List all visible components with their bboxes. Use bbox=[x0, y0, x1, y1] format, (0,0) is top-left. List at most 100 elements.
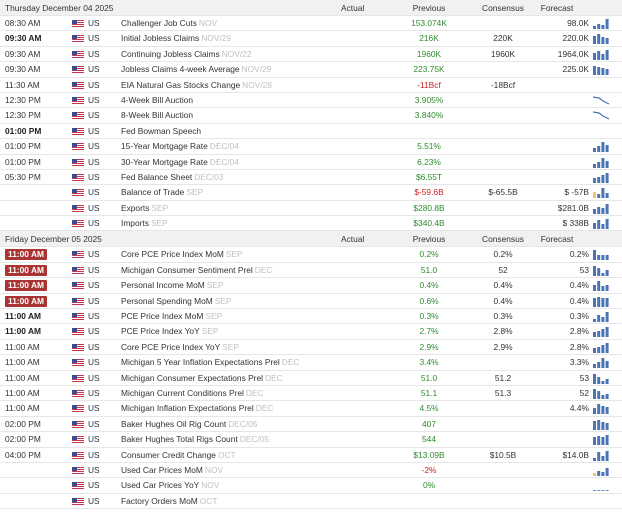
event-name[interactable]: Baker Hughes Total Rigs Count DEC/05 bbox=[121, 432, 331, 447]
event-name[interactable]: Michigan Consumer Sentiment Prel DEC bbox=[121, 263, 331, 278]
calendar-row[interactable]: 05:30 PM US Fed Balance Sheet DEC/03 $6.55T bbox=[0, 170, 622, 186]
event-name-text[interactable]: Fed Bowman Speech bbox=[121, 126, 201, 136]
event-name-text[interactable]: Personal Income MoM bbox=[121, 280, 205, 290]
sparkline-cell[interactable] bbox=[592, 419, 610, 430]
sparkline-chart-icon[interactable] bbox=[592, 419, 610, 430]
calendar-row[interactable]: 01:00 PM US Fed Bowman Speech bbox=[0, 124, 622, 140]
sparkline-cell[interactable] bbox=[592, 187, 610, 199]
sparkline-chart-icon[interactable] bbox=[592, 249, 610, 261]
event-name[interactable]: Michigan Inflation Expectations Prel DEC bbox=[121, 401, 331, 416]
sparkline-cell[interactable] bbox=[592, 403, 610, 415]
sparkline-chart-icon[interactable] bbox=[592, 403, 610, 415]
sparkline-cell[interactable] bbox=[592, 450, 610, 461]
sparkline-chart-icon[interactable] bbox=[592, 450, 610, 461]
sparkline-cell[interactable] bbox=[592, 296, 610, 307]
sparkline-cell[interactable] bbox=[592, 95, 610, 106]
sparkline-chart-icon[interactable] bbox=[592, 218, 610, 230]
sparkline-chart-icon[interactable] bbox=[592, 141, 610, 153]
sparkline-chart-icon[interactable] bbox=[592, 311, 610, 323]
sparkline-cell[interactable] bbox=[592, 80, 610, 91]
event-name[interactable]: Continuing Jobless Claims NOV/22 bbox=[121, 47, 331, 62]
calendar-row[interactable]: 01:00 PM US 30-Year Mortgage Rate DEC/04 6.2… bbox=[0, 155, 622, 170]
calendar-row[interactable]: 11:00 AM US Personal Income MoM SEP 0.4% 0.4%… bbox=[0, 278, 622, 294]
sparkline-cell[interactable] bbox=[592, 64, 610, 76]
sparkline-cell[interactable] bbox=[592, 49, 610, 60]
event-name-text[interactable]: Core PCE Price Index MoM bbox=[121, 249, 224, 259]
event-name[interactable]: Core PCE Price Index MoM SEP bbox=[121, 247, 331, 262]
calendar-row[interactable]: 11:00 AM US Michigan Consumer Sentiment Pr… bbox=[0, 263, 622, 279]
event-name-text[interactable]: Exports bbox=[121, 203, 149, 213]
event-name[interactable]: Michigan 5 Year Inflation Expectations P… bbox=[121, 355, 331, 370]
event-name[interactable]: Used Car Prices YoY NOV bbox=[121, 478, 331, 493]
event-name[interactable]: Factory Orders MoM OCT bbox=[121, 494, 331, 509]
calendar-row[interactable]: US Used Car Prices YoY NOV 0% bbox=[0, 478, 622, 494]
sparkline-chart-icon[interactable] bbox=[592, 187, 610, 199]
sparkline-cell[interactable] bbox=[592, 172, 610, 183]
event-name[interactable]: Exports SEP bbox=[121, 201, 331, 216]
sparkline-chart-icon[interactable] bbox=[592, 64, 610, 76]
calendar-row[interactable]: 09:30 AM US Continuing Jobless Claims NOV/2… bbox=[0, 47, 622, 63]
sparkline-chart-icon[interactable] bbox=[592, 203, 610, 214]
event-name-text[interactable]: Michigan 5 Year Inflation Expectations P… bbox=[121, 357, 280, 367]
calendar-row[interactable]: 11:00 AM US PCE Price Index YoY SEP 2.7% 2.8%… bbox=[0, 324, 622, 340]
event-name[interactable]: Used Car Prices MoM NOV bbox=[121, 463, 331, 478]
calendar-row[interactable]: 11:00 AM US PCE Price Index MoM SEP 0.3% 0.3%… bbox=[0, 309, 622, 325]
event-name[interactable]: Core PCE Price Index YoY SEP bbox=[121, 340, 331, 355]
calendar-row[interactable]: 02:00 PM US Baker Hughes Total Rigs Count D… bbox=[0, 432, 622, 448]
event-name-text[interactable]: Used Car Prices MoM bbox=[121, 465, 203, 475]
sparkline-cell[interactable] bbox=[592, 157, 610, 168]
sparkline-cell[interactable] bbox=[592, 465, 610, 476]
sparkline-cell[interactable] bbox=[592, 126, 610, 137]
calendar-row[interactable]: 11:00 AM US Michigan Consumer Expectations… bbox=[0, 371, 622, 386]
event-name-text[interactable]: Michigan Inflation Expectations Prel bbox=[121, 403, 254, 413]
event-name-text[interactable]: Challenger Job Cuts bbox=[121, 18, 197, 28]
event-name-text[interactable]: Michigan Consumer Expectations Prel bbox=[121, 373, 263, 383]
event-name-text[interactable]: Balance of Trade bbox=[121, 187, 184, 197]
event-name-text[interactable]: 30-Year Mortgage Rate bbox=[121, 157, 208, 167]
sparkline-cell[interactable] bbox=[592, 18, 610, 29]
event-name-text[interactable]: 4-Week Bill Auction bbox=[121, 95, 193, 105]
calendar-row[interactable]: 11:00 AM US Michigan Inflation Expectation… bbox=[0, 401, 622, 417]
sparkline-chart-icon[interactable] bbox=[592, 465, 610, 476]
sparkline-chart-icon[interactable] bbox=[592, 157, 610, 168]
event-name[interactable]: 4-Week Bill Auction bbox=[121, 93, 331, 108]
sparkline-chart-icon[interactable] bbox=[592, 326, 610, 338]
event-name[interactable]: Fed Balance Sheet DEC/03 bbox=[121, 170, 331, 185]
sparkline-cell[interactable] bbox=[592, 373, 610, 384]
event-name-text[interactable]: Michigan Consumer Sentiment Prel bbox=[121, 265, 253, 275]
sparkline-cell[interactable] bbox=[592, 357, 610, 369]
calendar-row[interactable]: US Exports SEP $280.8B $281.0B bbox=[0, 201, 622, 217]
event-name-text[interactable]: Initial Jobless Claims bbox=[121, 33, 199, 43]
calendar-row[interactable]: 11:00 AM US Core PCE Price Index MoM SEP 0.2… bbox=[0, 247, 622, 263]
sparkline-chart-icon[interactable] bbox=[592, 95, 610, 106]
event-name-text[interactable]: 15-Year Mortgage Rate bbox=[121, 141, 208, 151]
event-name[interactable]: 30-Year Mortgage Rate DEC/04 bbox=[121, 155, 331, 170]
event-name[interactable]: Initial Jobless Claims NOV/29 bbox=[121, 31, 331, 46]
sparkline-cell[interactable] bbox=[592, 218, 610, 230]
calendar-row[interactable]: 09:30 AM US Initial Jobless Claims NOV/29 21… bbox=[0, 31, 622, 47]
sparkline-cell[interactable] bbox=[592, 110, 610, 121]
calendar-row[interactable]: US Factory Orders MoM OCT bbox=[0, 494, 622, 510]
event-name-text[interactable]: Baker Hughes Total Rigs Count bbox=[121, 434, 238, 444]
sparkline-chart-icon[interactable] bbox=[592, 110, 610, 121]
event-name-text[interactable]: Michigan Current Conditions Prel bbox=[121, 388, 244, 398]
sparkline-chart-icon[interactable] bbox=[592, 296, 610, 307]
event-name[interactable]: EIA Natural Gas Stocks Change NOV/28 bbox=[121, 78, 331, 93]
calendar-row[interactable]: 11:00 AM US Core PCE Price Index YoY SEP 2.9… bbox=[0, 340, 622, 356]
calendar-row[interactable]: US Used Car Prices MoM NOV -2% bbox=[0, 463, 622, 479]
sparkline-cell[interactable] bbox=[592, 326, 610, 338]
sparkline-chart-icon[interactable] bbox=[592, 172, 610, 183]
calendar-row[interactable]: 09:30 AM US Jobless Claims 4-week Average N… bbox=[0, 62, 622, 78]
event-name[interactable]: PCE Price Index YoY SEP bbox=[121, 324, 331, 339]
sparkline-cell[interactable] bbox=[592, 33, 610, 45]
calendar-row[interactable]: 08:30 AM US Challenger Job Cuts NOV 153.074K… bbox=[0, 16, 622, 32]
calendar-row[interactable]: 12:30 PM US 4-Week Bill Auction 3.905% bbox=[0, 93, 622, 109]
calendar-row[interactable]: 02:00 PM US Baker Hughes Oil Rig Count DEC/… bbox=[0, 417, 622, 433]
sparkline-cell[interactable] bbox=[592, 203, 610, 214]
sparkline-chart-icon[interactable] bbox=[592, 49, 610, 60]
event-name[interactable]: 8-Week Bill Auction bbox=[121, 108, 331, 123]
sparkline-chart-icon[interactable] bbox=[592, 265, 610, 276]
event-name-text[interactable]: Fed Balance Sheet bbox=[121, 172, 192, 182]
event-name-text[interactable]: PCE Price Index YoY bbox=[121, 326, 200, 336]
event-name[interactable]: Personal Income MoM SEP bbox=[121, 278, 331, 293]
